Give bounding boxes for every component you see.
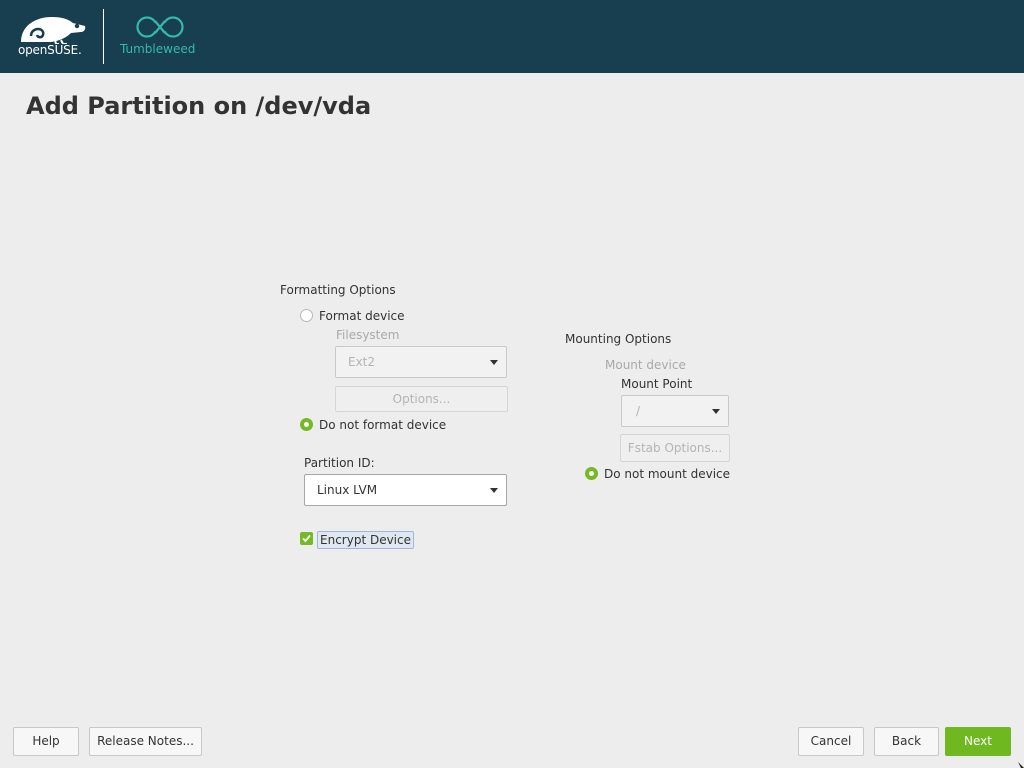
chevron-down-icon	[490, 488, 498, 493]
opensuse-logo: openSUSE.	[18, 12, 88, 58]
filesystem-combo[interactable]: Ext2	[335, 346, 507, 378]
back-button[interactable]: Back	[874, 727, 939, 756]
partition-id-label: Partition ID:	[304, 456, 375, 470]
tumbleweed-infinity-icon	[136, 16, 184, 38]
mount-point-value: /	[636, 404, 641, 418]
page-title: Add Partition on /dev/vda	[26, 92, 372, 120]
filesystem-label: Filesystem	[336, 328, 400, 342]
cancel-button[interactable]: Cancel	[798, 727, 864, 756]
opensuse-chameleon-icon	[21, 17, 86, 44]
partition-id-combo[interactable]: Linux LVM	[304, 474, 507, 506]
opensuse-wordmark: openSUSE.	[18, 43, 82, 57]
mount-device-label[interactable]: Mount device	[605, 358, 686, 372]
help-button[interactable]: Help	[13, 727, 79, 756]
do-not-format-radio[interactable]	[300, 418, 313, 431]
tumbleweed-wordmark: Tumbleweed	[120, 42, 196, 56]
tumbleweed-logo: Tumbleweed	[118, 15, 208, 60]
filesystem-value: Ext2	[348, 355, 376, 369]
resize-grip-icon[interactable]	[1018, 762, 1024, 768]
encrypt-device-label[interactable]: Encrypt Device	[317, 531, 414, 549]
fstab-options-button[interactable]: Fstab Options...	[620, 434, 730, 462]
header-divider	[103, 9, 104, 64]
checkmark-icon	[302, 534, 311, 543]
do-not-mount-label[interactable]: Do not mount device	[604, 467, 730, 481]
next-button[interactable]: Next	[945, 727, 1011, 756]
chevron-down-icon	[712, 409, 720, 414]
formatting-options-title: Formatting Options	[280, 283, 396, 297]
format-device-radio[interactable]	[300, 309, 313, 322]
do-not-mount-radio[interactable]	[585, 467, 598, 480]
chevron-down-icon	[490, 360, 498, 365]
release-notes-button[interactable]: Release Notes...	[89, 727, 202, 756]
encrypt-device-checkbox[interactable]	[300, 532, 313, 545]
mounting-options-title: Mounting Options	[565, 332, 672, 346]
mount-point-combo[interactable]: /	[621, 395, 729, 427]
header-bar: openSUSE. Tumbleweed	[0, 0, 1024, 73]
mount-point-label: Mount Point	[621, 377, 693, 391]
filesystem-options-button[interactable]: Options...	[335, 386, 508, 412]
do-not-format-label[interactable]: Do not format device	[319, 418, 446, 432]
format-device-label[interactable]: Format device	[319, 309, 405, 323]
partition-id-value: Linux LVM	[317, 483, 378, 497]
